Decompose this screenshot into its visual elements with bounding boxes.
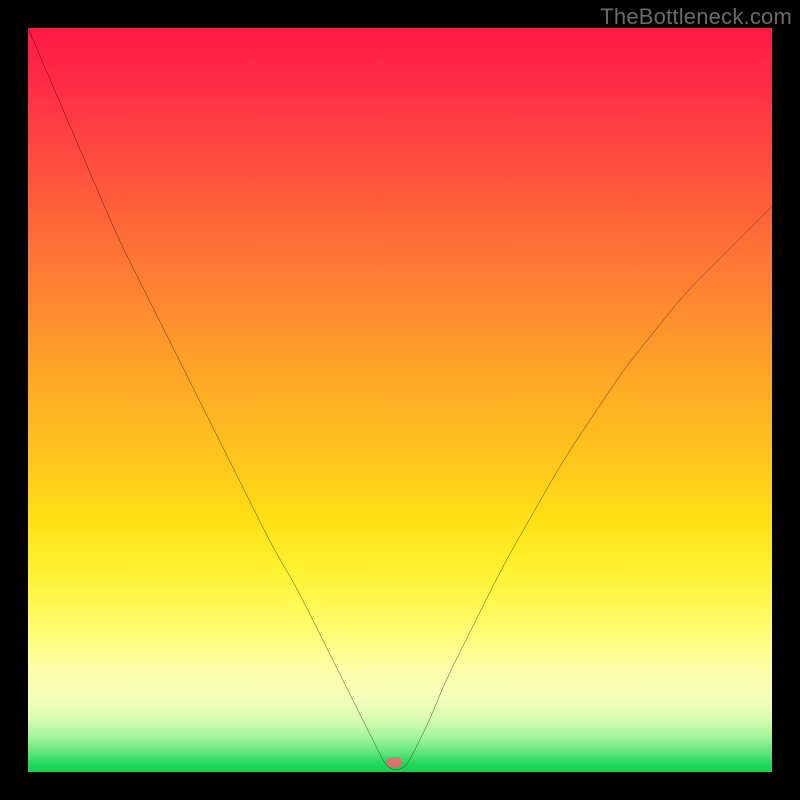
chart-frame: TheBottleneck.com xyxy=(0,0,800,800)
plot-area xyxy=(28,28,772,772)
watermark-text: TheBottleneck.com xyxy=(600,4,792,30)
curve-path xyxy=(28,28,772,770)
bottleneck-curve xyxy=(28,28,772,772)
optimum-marker xyxy=(386,757,402,767)
